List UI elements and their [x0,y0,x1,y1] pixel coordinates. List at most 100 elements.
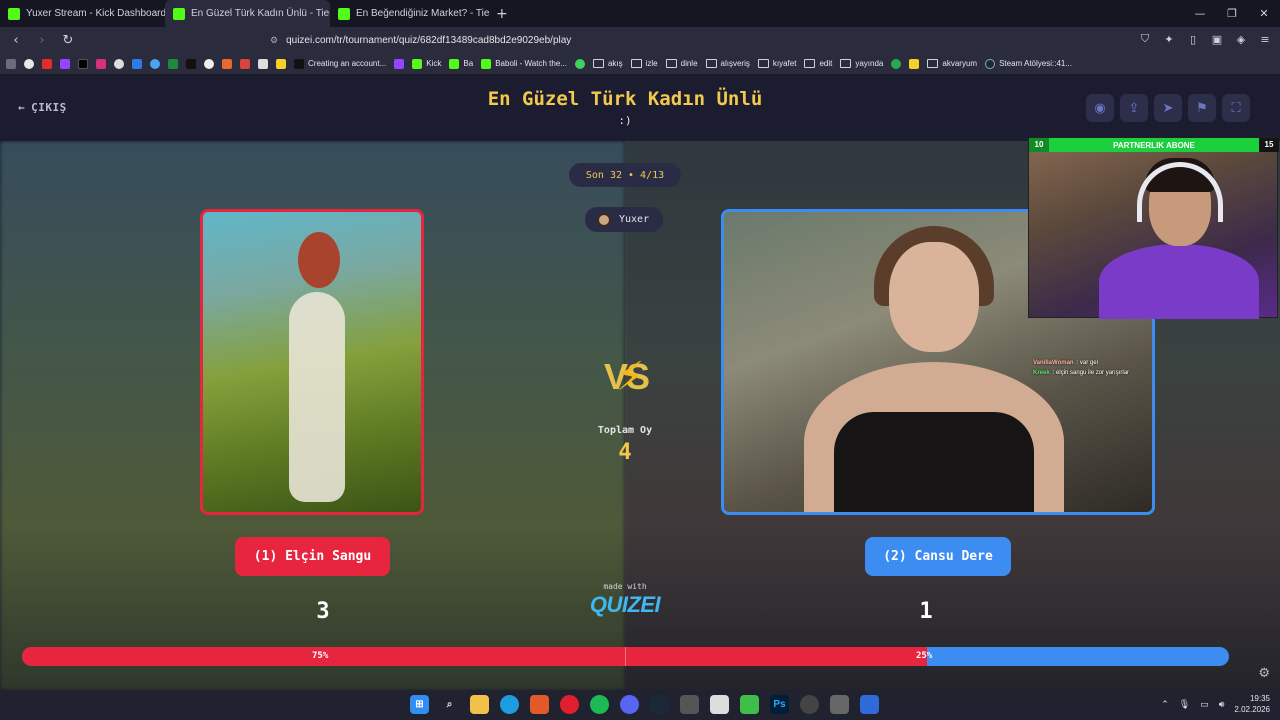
address-bar[interactable]: ⚙ quizei.com/tr/tournament/quiz/682df134… [244,30,994,50]
app-icon[interactable] [710,695,729,714]
bookmark-folder-akis[interactable]: akış [592,59,623,68]
bookmark-creating-account[interactable]: Creating an account... [294,58,386,69]
bookmark-folder-kiyafet[interactable]: kıyafet [757,59,796,68]
google-icon[interactable] [24,58,34,69]
clock-date: 2.02.2026 [1234,705,1270,714]
bookmark-folder-dinle[interactable]: dinle [665,59,698,68]
choice-right-button[interactable]: (2) Cansu Dere [865,537,1011,576]
site-icon[interactable] [276,58,286,69]
bookmark-folder-akvaryum[interactable]: akvaryum [927,59,977,68]
apps-icon[interactable] [6,58,16,69]
system-clock[interactable]: 19:35 2.02.2026 [1234,693,1270,715]
site-info-icon[interactable]: ⚙ [270,35,278,46]
bookmark-ba[interactable]: Ba [449,58,473,69]
bookmark-folder-alisveris[interactable]: alışveriş [705,59,750,68]
steam-icon[interactable] [650,695,669,714]
tab-kick-dashboard[interactable]: Yuxer Stream - Kick Dashboard [0,0,165,27]
left-percent: 75% [312,651,329,661]
sidebar-icon[interactable]: ▯ [1186,31,1200,47]
total-votes-value: 4 [618,440,632,465]
windows-taskbar: ⊞ ⌕ Ps ⌃ 🎙︎ ▭ 🔊︎ 19:35 2.02.2026 [0,690,1280,720]
windows-start-icon[interactable]: ⊞ [410,695,429,714]
chat-message: Kreek : elçin sangu ile zor yarışırlar [1033,370,1233,376]
made-with-label: made with [603,582,647,591]
site-icon[interactable] [574,58,585,69]
microphone-icon[interactable]: 🎙︎ [1179,699,1190,710]
gmail-icon[interactable] [240,58,250,69]
volume-icon[interactable]: 🔊︎ [1219,699,1225,710]
search-icon[interactable]: ⌕ [440,695,459,714]
bookmark-steam-atolyesi[interactable]: Steam Atölyesi::41... [985,58,1073,69]
site-icon[interactable] [258,58,268,69]
menu-icon[interactable]: ≡ [1258,31,1272,47]
app-icon[interactable] [740,695,759,714]
vpn-icon[interactable]: ◈ [1234,31,1248,47]
site-icon[interactable] [168,58,178,69]
site-icon[interactable] [222,58,232,69]
tab-tier-list-active[interactable]: En Güzel Türk Kadın Ünlü - Tier l ✕ [165,0,330,27]
choice-left-button[interactable]: (1) Elçin Sangu [235,537,390,576]
bookmark-label: edit [819,59,833,68]
app-icon[interactable] [860,695,879,714]
forward-icon[interactable]: › [32,30,52,50]
network-icon[interactable]: ▭ [1200,699,1209,710]
kick-icon [338,7,350,20]
send-icon[interactable]: ➤ [1154,94,1182,122]
tab-label: En Beğendiğiniz Market? - Tier List | \ [356,8,490,19]
fullscreen-icon[interactable]: ⛶ [1222,94,1250,122]
spotify-icon[interactable] [590,695,609,714]
calculator-icon[interactable] [680,695,699,714]
site-icon[interactable] [150,58,160,69]
bookmark-folder-izle[interactable]: izle [630,59,658,68]
app-icon[interactable] [830,695,849,714]
file-explorer-icon[interactable] [470,695,489,714]
x-icon[interactable] [78,58,88,69]
brave-icon[interactable] [530,695,549,714]
site-icon[interactable] [909,58,920,69]
flag-icon[interactable]: ⚑ [1188,94,1216,122]
bookmark-folder-yayinda[interactable]: yayında [840,59,883,68]
instagram-icon[interactable] [96,58,106,69]
twitch-icon[interactable] [60,58,70,69]
folder-icon [665,59,677,68]
new-tab-button[interactable]: + [496,6,508,22]
minimize-button[interactable]: — [1184,0,1216,27]
quizei-logo[interactable]: QUIZEI [575,592,675,618]
app-icon[interactable] [800,695,819,714]
bookmark-folder-edit[interactable]: edit [804,59,832,68]
bookmark-label: akış [607,59,623,68]
chevron-up-icon[interactable]: ⌃ [1161,699,1169,710]
site-icon[interactable] [204,58,214,69]
bookmark-label: Steam Atölyesi::41... [999,59,1073,68]
close-window-button[interactable]: ✕ [1248,0,1280,27]
gear-icon[interactable]: ⚙ [1258,666,1270,681]
reload-icon[interactable]: ↻ [58,30,78,50]
extensions-icon[interactable]: ✦ [1162,31,1176,47]
youtube-icon[interactable] [42,58,52,69]
edge-icon[interactable] [500,695,519,714]
site-icon[interactable] [186,58,196,69]
bookmark-baboli[interactable]: Baboli - Watch the... [481,58,567,69]
share-icon[interactable]: ⇪ [1120,94,1148,122]
opera-icon[interactable] [560,695,579,714]
eye-icon[interactable]: ◉ [1086,94,1114,122]
folder-icon [705,59,717,68]
bar-divider [625,647,626,666]
browser-tab-strip: Yuxer Stream - Kick Dashboard En Güzel T… [0,0,1280,27]
site-icon[interactable] [394,58,405,69]
bookmark-kick[interactable]: Kick [412,58,441,69]
back-icon[interactable]: ‹ [6,30,26,50]
github-icon[interactable] [114,58,124,69]
shield-icon[interactable]: ⛉ [1138,31,1152,47]
wallet-icon[interactable]: ▣ [1210,31,1224,47]
left-choice-image[interactable] [200,209,424,515]
right-percent: 25% [916,651,933,661]
maximize-button[interactable]: ❐ [1216,0,1248,27]
tab-market-tier-list[interactable]: En Beğendiğiniz Market? - Tier List | \ [330,0,490,27]
site-icon[interactable] [891,58,902,69]
site-icon[interactable] [132,58,142,69]
avatar [597,212,611,227]
bookmarks-bar: Creating an account... Kick Ba Baboli - … [0,53,1280,75]
photoshop-icon[interactable]: Ps [770,695,789,714]
discord-icon[interactable] [620,695,639,714]
